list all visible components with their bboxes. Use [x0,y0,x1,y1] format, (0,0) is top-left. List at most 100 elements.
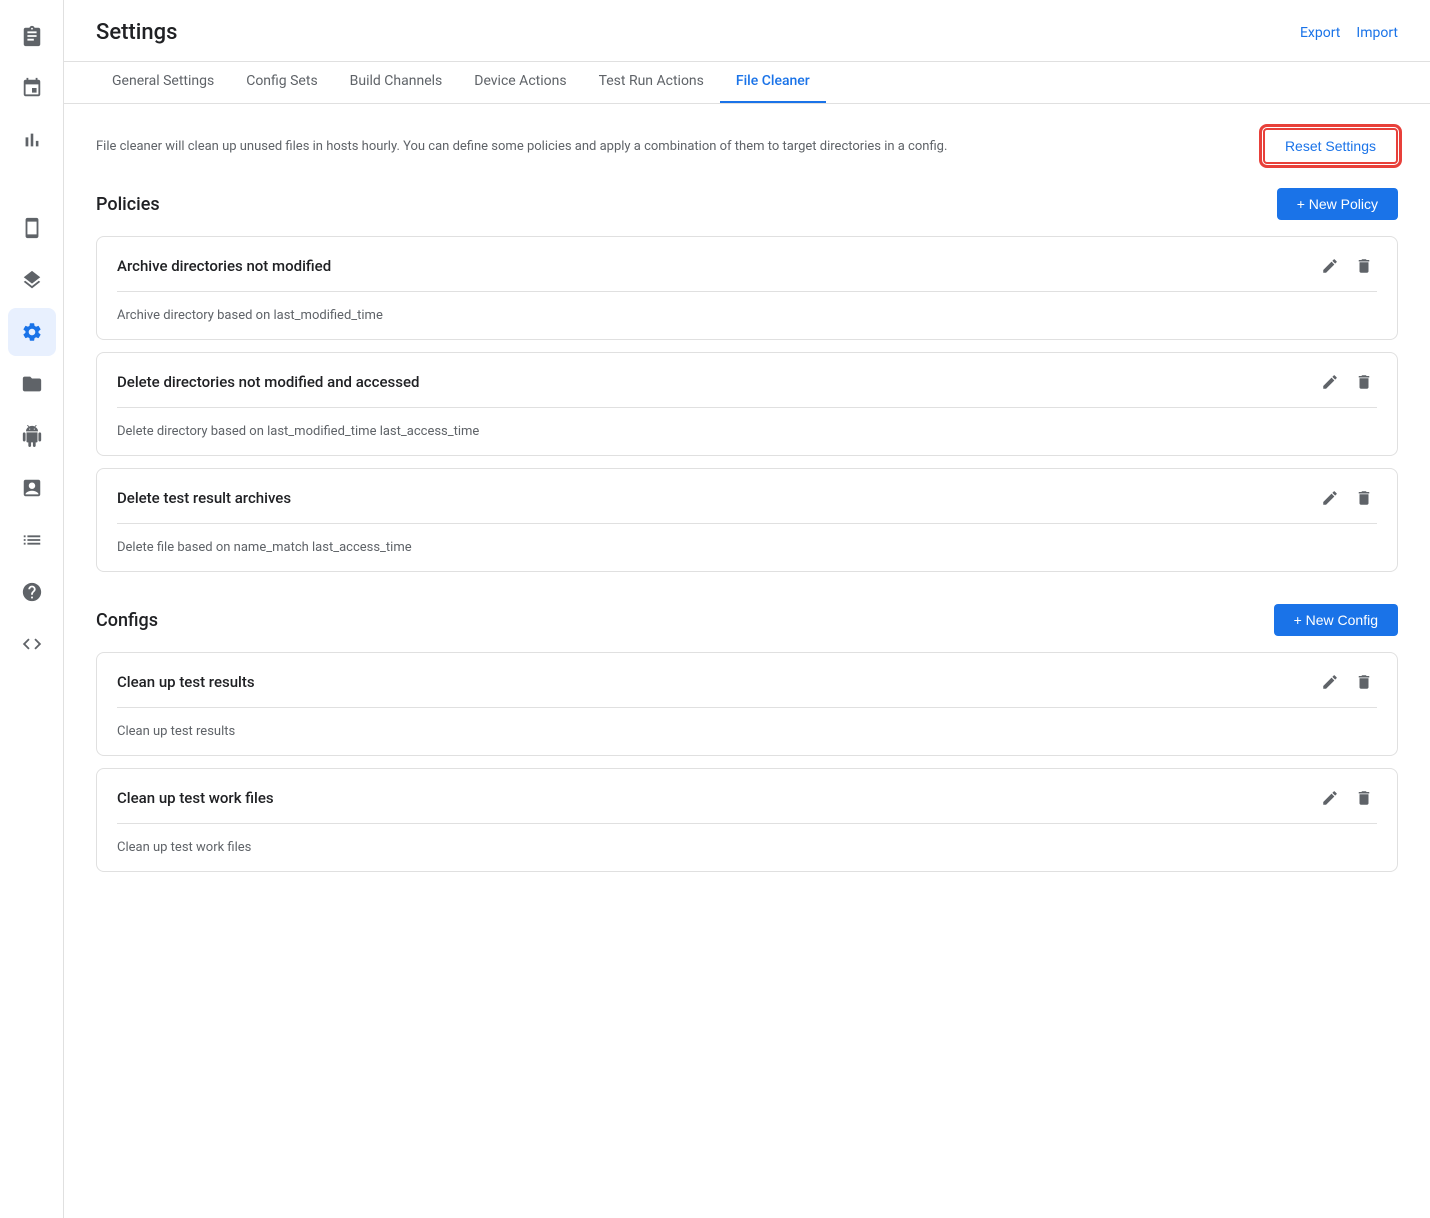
edit-icon [1321,489,1339,507]
reset-settings-button[interactable]: Reset Settings [1263,128,1398,164]
config-card-0-divider [117,707,1377,708]
sidebar-item-list[interactable] [8,516,56,564]
tab-build-channels[interactable]: Build Channels [334,61,459,103]
policy-card-0-subtitle: Archive directory based on last_modified… [117,308,383,323]
settings-icon [21,321,43,343]
config-card-0-title: Clean up test results [117,673,255,691]
policy-card-2-actions [1317,485,1377,511]
android-icon [21,425,43,447]
phone-icon [21,217,43,239]
page-header: Settings Export Import [64,0,1430,62]
policy-card-0-title: Archive directories not modified [117,257,331,275]
policy-card-0-header: Archive directories not modified [117,253,1377,279]
policy-card-1: Delete directories not modified and acce… [96,352,1398,456]
tab-test-run-actions[interactable]: Test Run Actions [583,61,720,103]
configs-section-title: Configs [96,610,158,631]
config-card-1: Clean up test work files [96,768,1398,872]
code-icon [21,633,43,655]
sidebar-item-android[interactable] [8,412,56,460]
policy-card-0-edit-button[interactable] [1317,253,1343,279]
config-card-0-subtitle: Clean up test results [117,724,235,739]
info-text: File cleaner will clean up unused files … [96,139,1239,154]
config-card-0-edit-button[interactable] [1317,669,1343,695]
policy-card-1-edit-button[interactable] [1317,369,1343,395]
config-card-0-header: Clean up test results [117,669,1377,695]
export-link[interactable]: Export [1300,25,1340,41]
policy-card-2-delete-button[interactable] [1351,485,1377,511]
policy-card-0-divider [117,291,1377,292]
policy-card-2-title: Delete test result archives [117,489,291,507]
edit-icon [1321,373,1339,391]
import-link[interactable]: Import [1356,25,1398,41]
layers-icon [21,269,43,291]
tab-general-settings[interactable]: General Settings [96,61,230,103]
tab-device-actions[interactable]: Device Actions [458,61,582,103]
policy-card-2: Delete test result archives [96,468,1398,572]
sidebar-item-help[interactable] [8,568,56,616]
config-card-0-delete-button[interactable] [1351,669,1377,695]
config-card-1-header: Clean up test work files [117,785,1377,811]
chart-icon [21,129,43,151]
policy-card-2-subtitle: Delete file based on name_match last_acc… [117,540,412,555]
sidebar-item-monitor[interactable] [8,464,56,512]
delete-icon [1355,373,1373,391]
policy-card-1-header: Delete directories not modified and acce… [117,369,1377,395]
config-card-1-delete-button[interactable] [1351,785,1377,811]
new-policy-button[interactable]: + New Policy [1277,188,1398,220]
delete-icon [1355,257,1373,275]
tab-config-sets[interactable]: Config Sets [230,61,333,103]
info-bar: File cleaner will clean up unused files … [96,128,1398,164]
page-content: File cleaner will clean up unused files … [64,104,1430,1218]
policy-card-1-delete-button[interactable] [1351,369,1377,395]
edit-icon [1321,673,1339,691]
clipboard-icon [21,25,43,47]
config-card-1-edit-button[interactable] [1317,785,1343,811]
policy-card-1-title: Delete directories not modified and acce… [117,373,419,391]
policy-card-0-actions [1317,253,1377,279]
sidebar [0,0,64,1218]
config-card-0: Clean up test results [96,652,1398,756]
help-icon [21,581,43,603]
sidebar-item-device[interactable] [8,204,56,252]
policies-section-header: Policies + New Policy [96,188,1398,220]
policy-card-2-edit-button[interactable] [1317,485,1343,511]
main-content: Settings Export Import General Settings … [64,0,1430,1218]
page-title: Settings [96,20,177,61]
delete-icon [1355,489,1373,507]
sidebar-item-folder[interactable] [8,360,56,408]
sidebar-item-settings[interactable] [8,308,56,356]
config-card-1-divider [117,823,1377,824]
policy-card-0-delete-button[interactable] [1351,253,1377,279]
configs-section-header: Configs + New Config [96,604,1398,636]
policies-section-title: Policies [96,194,160,215]
edit-icon [1321,257,1339,275]
monitor-icon [21,477,43,499]
policy-card-1-subtitle: Delete directory based on last_modified_… [117,424,479,439]
calendar-icon [21,77,43,99]
delete-icon [1355,789,1373,807]
sidebar-item-layers[interactable] [8,256,56,304]
policy-card-0: Archive directories not modified [96,236,1398,340]
policy-card-1-divider [117,407,1377,408]
sidebar-item-code[interactable] [8,620,56,668]
new-config-button[interactable]: + New Config [1274,604,1398,636]
config-card-1-actions [1317,785,1377,811]
list-icon [21,529,43,551]
policy-card-2-divider [117,523,1377,524]
config-card-1-title: Clean up test work files [117,789,274,807]
edit-icon [1321,789,1339,807]
tabs-bar: General Settings Config Sets Build Chann… [64,61,1430,104]
configs-section: Configs + New Config Clean up test resul… [96,604,1398,872]
tab-file-cleaner[interactable]: File Cleaner [720,61,826,103]
policies-section: Policies + New Policy Archive directorie… [96,188,1398,572]
policy-card-1-actions [1317,369,1377,395]
header-actions: Export Import [1300,25,1398,57]
config-card-1-subtitle: Clean up test work files [117,840,251,855]
policy-card-2-header: Delete test result archives [117,485,1377,511]
config-card-0-actions [1317,669,1377,695]
sidebar-item-clipboard[interactable] [8,12,56,60]
delete-icon [1355,673,1373,691]
sidebar-item-calendar[interactable] [8,64,56,112]
folder-icon [21,373,43,395]
sidebar-item-chart[interactable] [8,116,56,164]
